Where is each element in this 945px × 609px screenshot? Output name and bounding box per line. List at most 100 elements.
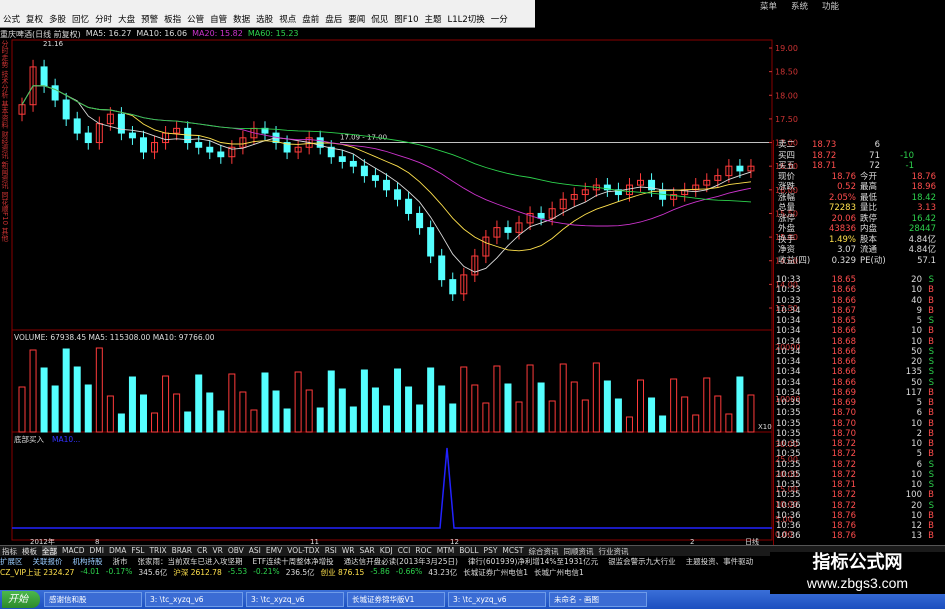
subtab[interactable]: 关联报价 xyxy=(33,556,63,567)
candle-body xyxy=(371,175,379,181)
price-tick-label: 17.50 xyxy=(775,115,798,124)
candle-body xyxy=(84,132,92,144)
candle-body xyxy=(405,198,413,214)
news-item[interactable]: 通达信开盘必读(2013年3月25日) xyxy=(344,556,458,567)
volume-bar xyxy=(162,375,170,433)
stat-label: 跌停 xyxy=(860,213,878,224)
indicator-tab[interactable]: KDJ xyxy=(380,546,393,556)
volume-bar xyxy=(283,408,291,433)
tick-time: 10:33 xyxy=(776,275,801,285)
news-item[interactable]: 律行(601939)净利增14%至1931亿元 xyxy=(468,556,598,567)
taskbar-item[interactable]: 长城证券锦华版V1 xyxy=(347,592,445,607)
tick-time: 10:35 xyxy=(776,449,801,460)
tick-side: S xyxy=(928,459,934,470)
indicator-tab[interactable]: CR xyxy=(197,546,207,556)
stat-value: 57.1 xyxy=(917,255,936,266)
indicator-tab[interactable]: MACD xyxy=(62,546,84,556)
volume-bar xyxy=(95,347,103,433)
tick-volume: 5 xyxy=(916,449,922,460)
indicator-tab[interactable]: SAR xyxy=(360,546,375,556)
indicator-tab[interactable]: 综合资讯 xyxy=(528,546,558,556)
tick-side: S xyxy=(928,367,934,378)
indicator-tab[interactable]: 同顺资讯 xyxy=(563,546,593,556)
indicator-tab[interactable]: BRAR xyxy=(172,546,192,556)
indicator-tab[interactable]: 指标 xyxy=(2,546,17,556)
volume-bar xyxy=(427,367,435,433)
volume-bar xyxy=(581,399,589,433)
tick-price: 18.76 xyxy=(831,531,856,542)
tick-volume: 20 xyxy=(911,357,922,367)
indicator-tab[interactable]: RSI xyxy=(325,546,337,556)
tick-time: 10:35 xyxy=(776,459,801,470)
tick-side: S xyxy=(928,346,934,357)
tick-time: 10:33 xyxy=(776,285,801,296)
candle-body xyxy=(139,137,147,153)
news-item[interactable]: ETF连续十周整体净增投 xyxy=(253,556,334,567)
tick-side: B xyxy=(928,285,934,296)
volume-bar xyxy=(515,401,523,433)
candle-body xyxy=(338,156,346,162)
indicator-tab[interactable]: 行业资讯 xyxy=(598,546,628,556)
tick-row: 10:35 18.72 10 B xyxy=(776,439,945,449)
chart-grid: 17.09 - 17.0021.16VOLUME: 67938.45 MA5: … xyxy=(11,39,773,541)
indicator-tab[interactable]: FSL xyxy=(131,546,144,556)
news-item[interactable]: 张家雨：当前双车已进入攻坚期 xyxy=(138,556,243,567)
index-value: 长城广州电信1 xyxy=(534,568,584,577)
volume-bar xyxy=(338,388,346,433)
indicator-tab[interactable]: 模板 xyxy=(22,546,37,556)
volume-bar xyxy=(261,372,269,433)
indicator-tab[interactable]: WR xyxy=(342,546,355,556)
stat-label: 内盘 xyxy=(860,224,878,234)
taskbar-item[interactable]: 3: \tc_xyzq_v6 xyxy=(448,592,546,607)
taskbar-item[interactable]: 3: \tc_xyzq_v6 xyxy=(145,592,243,607)
indicator-tab[interactable]: DMA xyxy=(109,546,126,556)
indicator-tab[interactable]: CCI xyxy=(398,546,411,556)
start-button[interactable]: 开始 xyxy=(2,591,40,608)
indicator-tab[interactable]: 全部 xyxy=(42,546,57,556)
ma20-line xyxy=(21,85,752,227)
indicator-tab[interactable]: TRIX xyxy=(149,546,166,556)
tick-row: 10:36 18.76 10 B xyxy=(776,511,945,521)
indicator-tab[interactable]: ASI xyxy=(249,546,261,556)
news-item[interactable]: 浙市 xyxy=(113,556,128,567)
index-value: 沪深 2612.78 xyxy=(173,568,222,577)
subtab[interactable]: 机构持股 xyxy=(73,556,103,567)
tick-volume: 50 xyxy=(911,377,922,388)
volume-bar xyxy=(29,349,37,433)
stat-label: 换手 xyxy=(778,234,796,245)
stat-value: 1.49% xyxy=(828,234,856,245)
tick-side: B xyxy=(928,510,934,521)
volume-bar xyxy=(493,365,501,433)
tick-price: 18.65 xyxy=(831,275,856,285)
tick-row: 10:33 18.65 20 S xyxy=(776,275,945,285)
tick-price: 18.72 xyxy=(831,490,856,501)
news-item[interactable]: 银监会警示九大行业 xyxy=(608,556,676,567)
volume-bar xyxy=(151,412,159,433)
tick-price: 18.69 xyxy=(831,398,856,408)
tick-price: 18.70 xyxy=(831,418,856,429)
tick-time: 10:34 xyxy=(776,357,801,367)
indicator-tab[interactable]: MCST xyxy=(502,546,523,556)
indicator-tab[interactable]: MTM xyxy=(437,546,455,556)
volume-bar xyxy=(117,413,125,433)
indicator-tab[interactable]: PSY xyxy=(484,546,498,556)
taskbar-item[interactable]: 感谢信和股 xyxy=(44,592,142,607)
indicator-tab[interactable]: ROC xyxy=(415,546,431,556)
taskbar-item[interactable]: 未命名 - 画图 xyxy=(549,592,647,607)
subtab[interactable]: 扩展区 xyxy=(0,556,23,567)
volume-bar xyxy=(206,392,214,433)
tick-row: 10:34 18.66 50 S xyxy=(776,347,945,357)
indicator-tab[interactable]: VOL-TDX xyxy=(287,546,319,556)
indicator-tab[interactable]: VR xyxy=(212,546,222,556)
indicator-tab[interactable]: BOLL xyxy=(459,546,478,556)
news-item[interactable]: 主题投资、事件驱动 xyxy=(686,556,754,567)
indicator-tab[interactable]: DMI xyxy=(89,546,103,556)
indicator-tab[interactable]: OBV xyxy=(228,546,244,556)
tick-price: 18.70 xyxy=(831,408,856,419)
taskbar-item[interactable]: 3: \tc_xyzq_v6 xyxy=(246,592,344,607)
tick-row: 10:35 18.72 6 S xyxy=(776,460,945,470)
stat-value: 20.06 xyxy=(831,213,856,224)
index-value: 345.6亿 xyxy=(138,568,168,577)
indicator-tab[interactable]: EMV xyxy=(266,546,282,556)
volume-bar xyxy=(327,370,335,433)
